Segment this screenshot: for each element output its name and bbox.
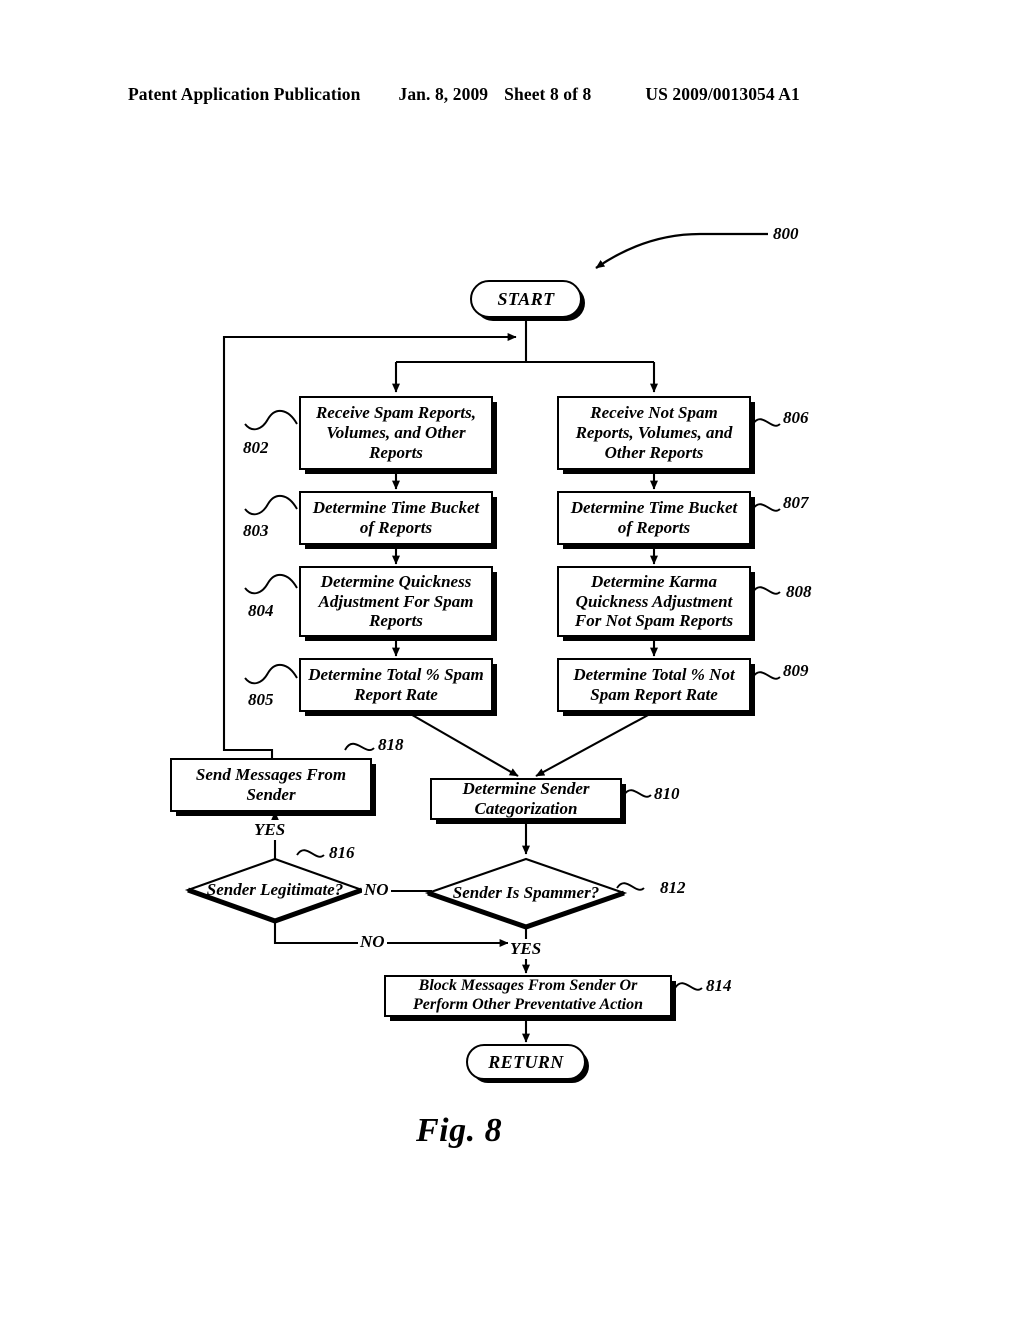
node-809-label: Determine Total % Not Spam Report Rate <box>573 665 735 704</box>
node-810: Determine Sender Categorization <box>430 778 622 820</box>
terminator-start: START <box>470 280 582 318</box>
ref-809: 809 <box>783 661 809 680</box>
ref-804: 804 <box>248 601 274 620</box>
terminator-return-label: RETURN <box>488 1051 564 1072</box>
node-818: Send Messages From Sender <box>170 758 372 812</box>
node-806: Receive Not Spam Reports, Volumes, and O… <box>557 396 751 470</box>
edge-label-legitimate-no: NO <box>358 932 387 952</box>
node-803: Determine Time Bucket of Reports <box>299 491 493 545</box>
flowchart-connectors <box>222 232 781 1043</box>
ref-812: 812 <box>660 878 686 897</box>
node-806-label: Receive Not Spam Reports, Volumes, and O… <box>575 403 733 462</box>
edge-label-spammer-yes: YES <box>508 939 544 959</box>
node-818-label: Send Messages From Sender <box>195 765 347 804</box>
node-808: Determine Karma Quickness Adjustment For… <box>557 566 751 637</box>
node-804: Determine Quickness Adjustment For Spam … <box>299 566 493 637</box>
node-809: Determine Total % Not Spam Report Rate <box>557 658 751 712</box>
ref-816: 816 <box>329 843 355 862</box>
ref-818: 818 <box>378 735 404 754</box>
ref-810: 810 <box>654 784 680 803</box>
edge-label-legitimate-yes: YES <box>252 820 288 840</box>
decision-816: Sender Legitimate? <box>184 857 366 924</box>
figure-caption: Fig. 8 <box>416 1112 503 1149</box>
node-807: Determine Time Bucket of Reports <box>557 491 751 545</box>
terminator-start-label: START <box>497 288 555 309</box>
node-814: Block Messages From Sender Or Perform Ot… <box>384 975 672 1017</box>
ref-803: 803 <box>243 521 269 540</box>
edge-label-spammer-no: NO <box>362 880 391 900</box>
terminator-return: RETURN <box>466 1044 586 1080</box>
node-802: Receive Spam Reports, Volumes, and Other… <box>299 396 493 470</box>
node-810-label: Determine Sender Categorization <box>462 779 590 818</box>
ref-808: 808 <box>786 582 812 601</box>
node-808-label: Determine Karma Quickness Adjustment For… <box>574 571 734 631</box>
ref-800: 800 <box>773 224 799 243</box>
node-805-label: Determine Total % Spam Report Rate <box>308 665 484 704</box>
decision-812: Sender Is Spammer? <box>424 857 628 930</box>
flowchart-figure: START Receive Spam Reports, Volumes, and… <box>0 0 1024 1320</box>
node-805: Determine Total % Spam Report Rate <box>299 658 493 712</box>
node-803-label: Determine Time Bucket of Reports <box>312 498 480 537</box>
node-802-label: Receive Spam Reports, Volumes, and Other… <box>315 403 477 462</box>
node-807-label: Determine Time Bucket of Reports <box>570 498 738 537</box>
node-804-label: Determine Quickness Adjustment For Spam … <box>318 571 474 631</box>
ref-807: 807 <box>783 493 809 512</box>
ref-805: 805 <box>248 690 274 709</box>
ref-802: 802 <box>243 438 269 457</box>
ref-814: 814 <box>706 976 732 995</box>
node-814-label: Block Messages From Sender Or Perform Ot… <box>412 977 644 1013</box>
ref-806: 806 <box>783 408 809 427</box>
